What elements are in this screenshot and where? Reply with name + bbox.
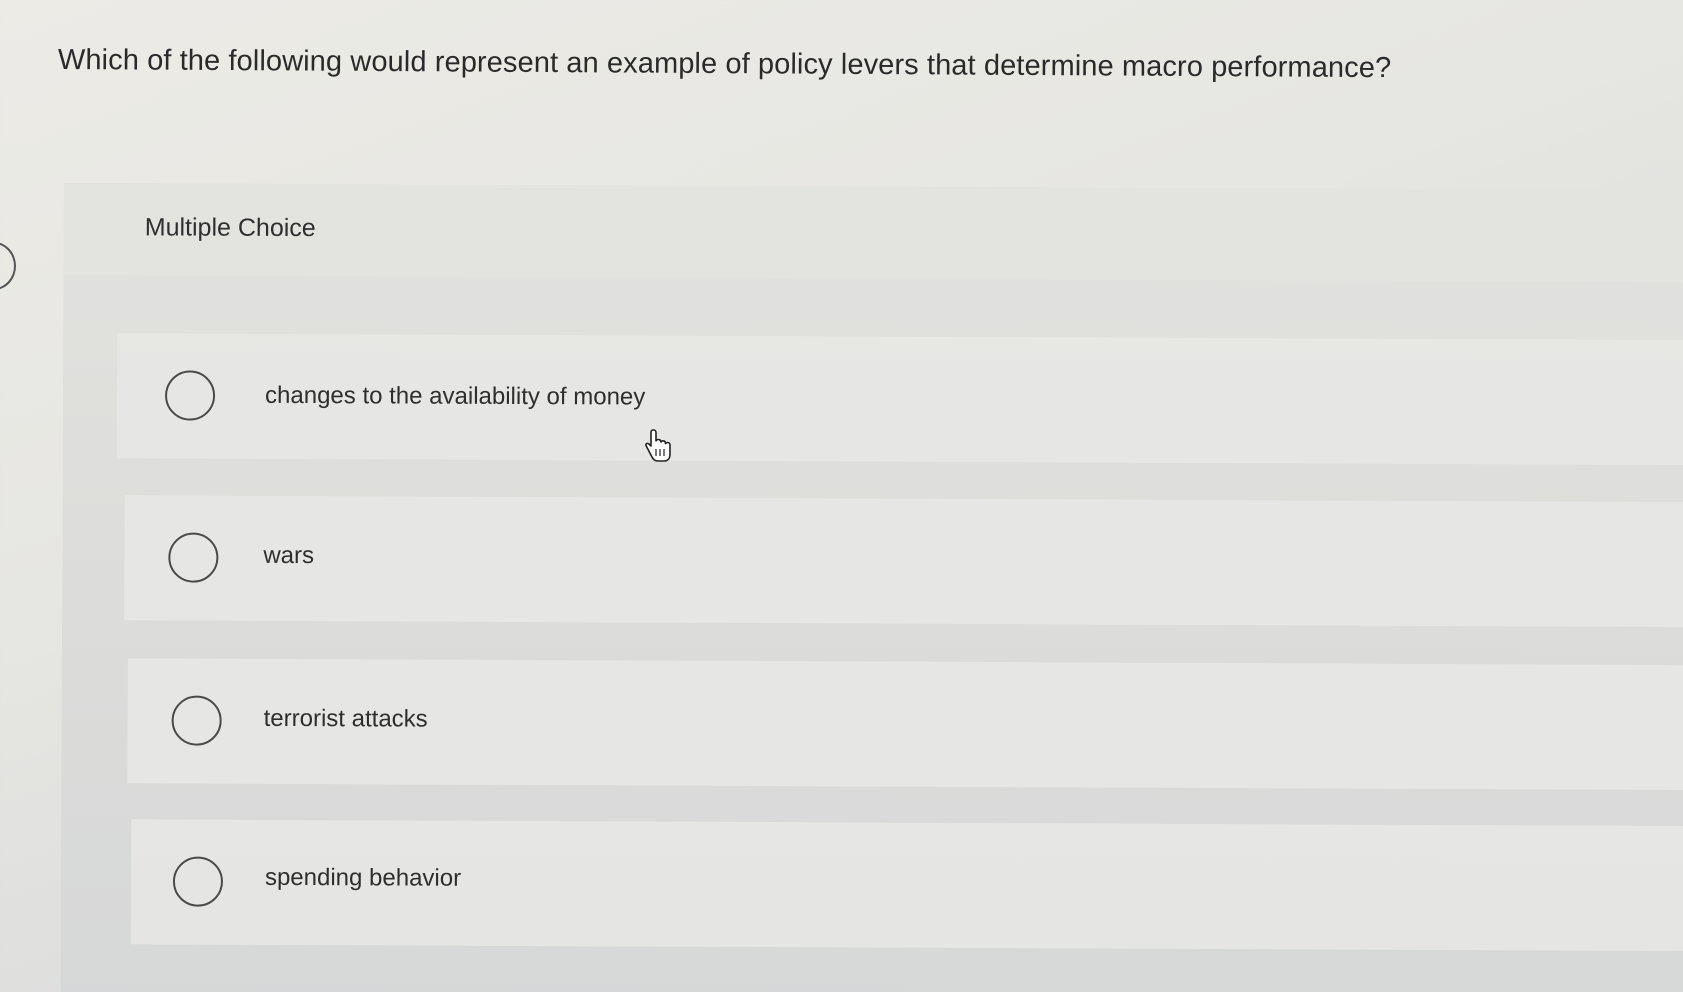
radio-button-icon[interactable]	[172, 856, 224, 907]
partial-circle-icon	[0, 242, 16, 290]
radio-button-icon[interactable]	[171, 695, 222, 746]
option-1[interactable]: changes to the availability of money	[116, 333, 1683, 466]
panel-header: Multiple Choice	[63, 183, 1683, 283]
hand-pointer-icon	[643, 428, 673, 464]
option-4-label: spending behavior	[264, 863, 462, 892]
multiple-choice-panel: Multiple Choice changes to the availabil…	[60, 183, 1683, 992]
option-2-label: wars	[263, 541, 315, 570]
question-text: Which of the following would represent a…	[57, 44, 1392, 85]
radio-button-icon[interactable]	[164, 370, 216, 421]
option-4[interactable]: spending behavior	[130, 819, 1683, 952]
option-1-label: changes to the availability of money	[265, 381, 646, 411]
radio-button-icon[interactable]	[168, 532, 219, 583]
option-2[interactable]: wars	[124, 495, 1683, 628]
option-3-label: terrorist attacks	[263, 704, 428, 733]
multiple-choice-label: Multiple Choice	[144, 213, 316, 243]
option-3[interactable]: terrorist attacks	[127, 658, 1683, 791]
